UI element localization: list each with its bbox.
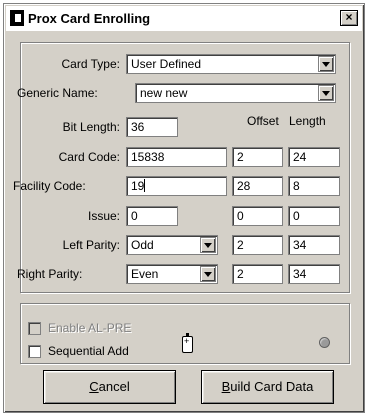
left-parity-offset-input[interactable]: 2 xyxy=(232,235,283,255)
right-parity-select[interactable]: Even xyxy=(126,264,218,284)
card-code-label: Card Code: xyxy=(58,150,120,164)
left-parity-value: Odd xyxy=(131,238,154,252)
chevron-down-icon[interactable] xyxy=(318,85,334,101)
card-code-offset-input[interactable]: 2 xyxy=(232,147,283,167)
left-parity-select[interactable]: Odd xyxy=(126,235,218,255)
right-parity-offset-input[interactable]: 2 xyxy=(232,264,283,284)
build-card-data-mnemonic: B xyxy=(221,379,231,394)
left-parity-length-input[interactable]: 34 xyxy=(288,235,340,255)
build-card-data-label: uild Card Data xyxy=(230,379,314,394)
chevron-down-icon[interactable] xyxy=(200,266,216,282)
build-card-data-button[interactable]: Build Card Data xyxy=(201,370,334,404)
sequential-add-label: Sequential Add xyxy=(48,344,129,358)
card-code-length-input[interactable]: 24 xyxy=(288,147,340,167)
enable-al-pre-checkbox[interactable] xyxy=(28,322,41,335)
generic-name-label: Generic Name: xyxy=(17,86,98,100)
close-button[interactable]: × xyxy=(340,10,358,26)
bit-length-input[interactable]: 36 xyxy=(126,117,178,137)
right-parity-length-input[interactable]: 34 xyxy=(288,264,340,284)
enable-al-pre-label: Enable AL-PRE xyxy=(48,321,132,335)
issue-offset-input[interactable]: 0 xyxy=(232,206,283,226)
facility-code-offset-input[interactable]: 28 xyxy=(232,176,283,196)
cancel-button[interactable]: Cancel xyxy=(43,370,176,404)
chevron-down-icon[interactable] xyxy=(318,56,334,72)
window-title: Prox Card Enrolling xyxy=(28,11,151,26)
battery-icon xyxy=(182,333,193,353)
generic-name-value: new new xyxy=(140,86,188,100)
left-parity-label: Left Parity: xyxy=(62,238,120,252)
card-type-label: Card Type: xyxy=(61,57,120,71)
issue-length-input[interactable]: 0 xyxy=(288,206,340,226)
generic-name-select[interactable]: new new xyxy=(135,83,336,103)
chevron-down-icon[interactable] xyxy=(200,237,216,253)
length-column-header: Length xyxy=(289,114,326,128)
right-parity-value: Even xyxy=(131,267,159,281)
right-parity-label: Right Parity: xyxy=(17,267,83,281)
cancel-label: ancel xyxy=(98,379,130,394)
card-reader-icon xyxy=(10,10,24,26)
facility-code-input[interactable]: 19 xyxy=(126,176,227,196)
title-bar[interactable]: Prox Card Enrolling × xyxy=(6,6,362,31)
status-led-icon xyxy=(319,337,330,348)
issue-label: Issue: xyxy=(87,209,120,223)
sequential-add-checkbox[interactable] xyxy=(28,345,41,358)
facility-code-length-input[interactable]: 8 xyxy=(288,176,340,196)
facility-code-value: 19 xyxy=(131,179,145,193)
card-format-group xyxy=(20,42,350,293)
offset-column-header: Offset xyxy=(247,114,279,128)
facility-code-label: Facility Code: xyxy=(13,179,86,193)
prox-card-enrolling-dialog: Prox Card Enrolling × Card Type: User De… xyxy=(3,3,365,413)
cancel-mnemonic: C xyxy=(89,379,99,394)
text-cursor xyxy=(144,179,146,192)
card-type-value: User Defined xyxy=(131,57,202,71)
card-type-select[interactable]: User Defined xyxy=(126,54,336,74)
issue-input[interactable]: 0 xyxy=(126,206,178,226)
card-code-input[interactable]: 15838 xyxy=(126,147,227,167)
bit-length-label: Bit Length: xyxy=(62,120,120,134)
